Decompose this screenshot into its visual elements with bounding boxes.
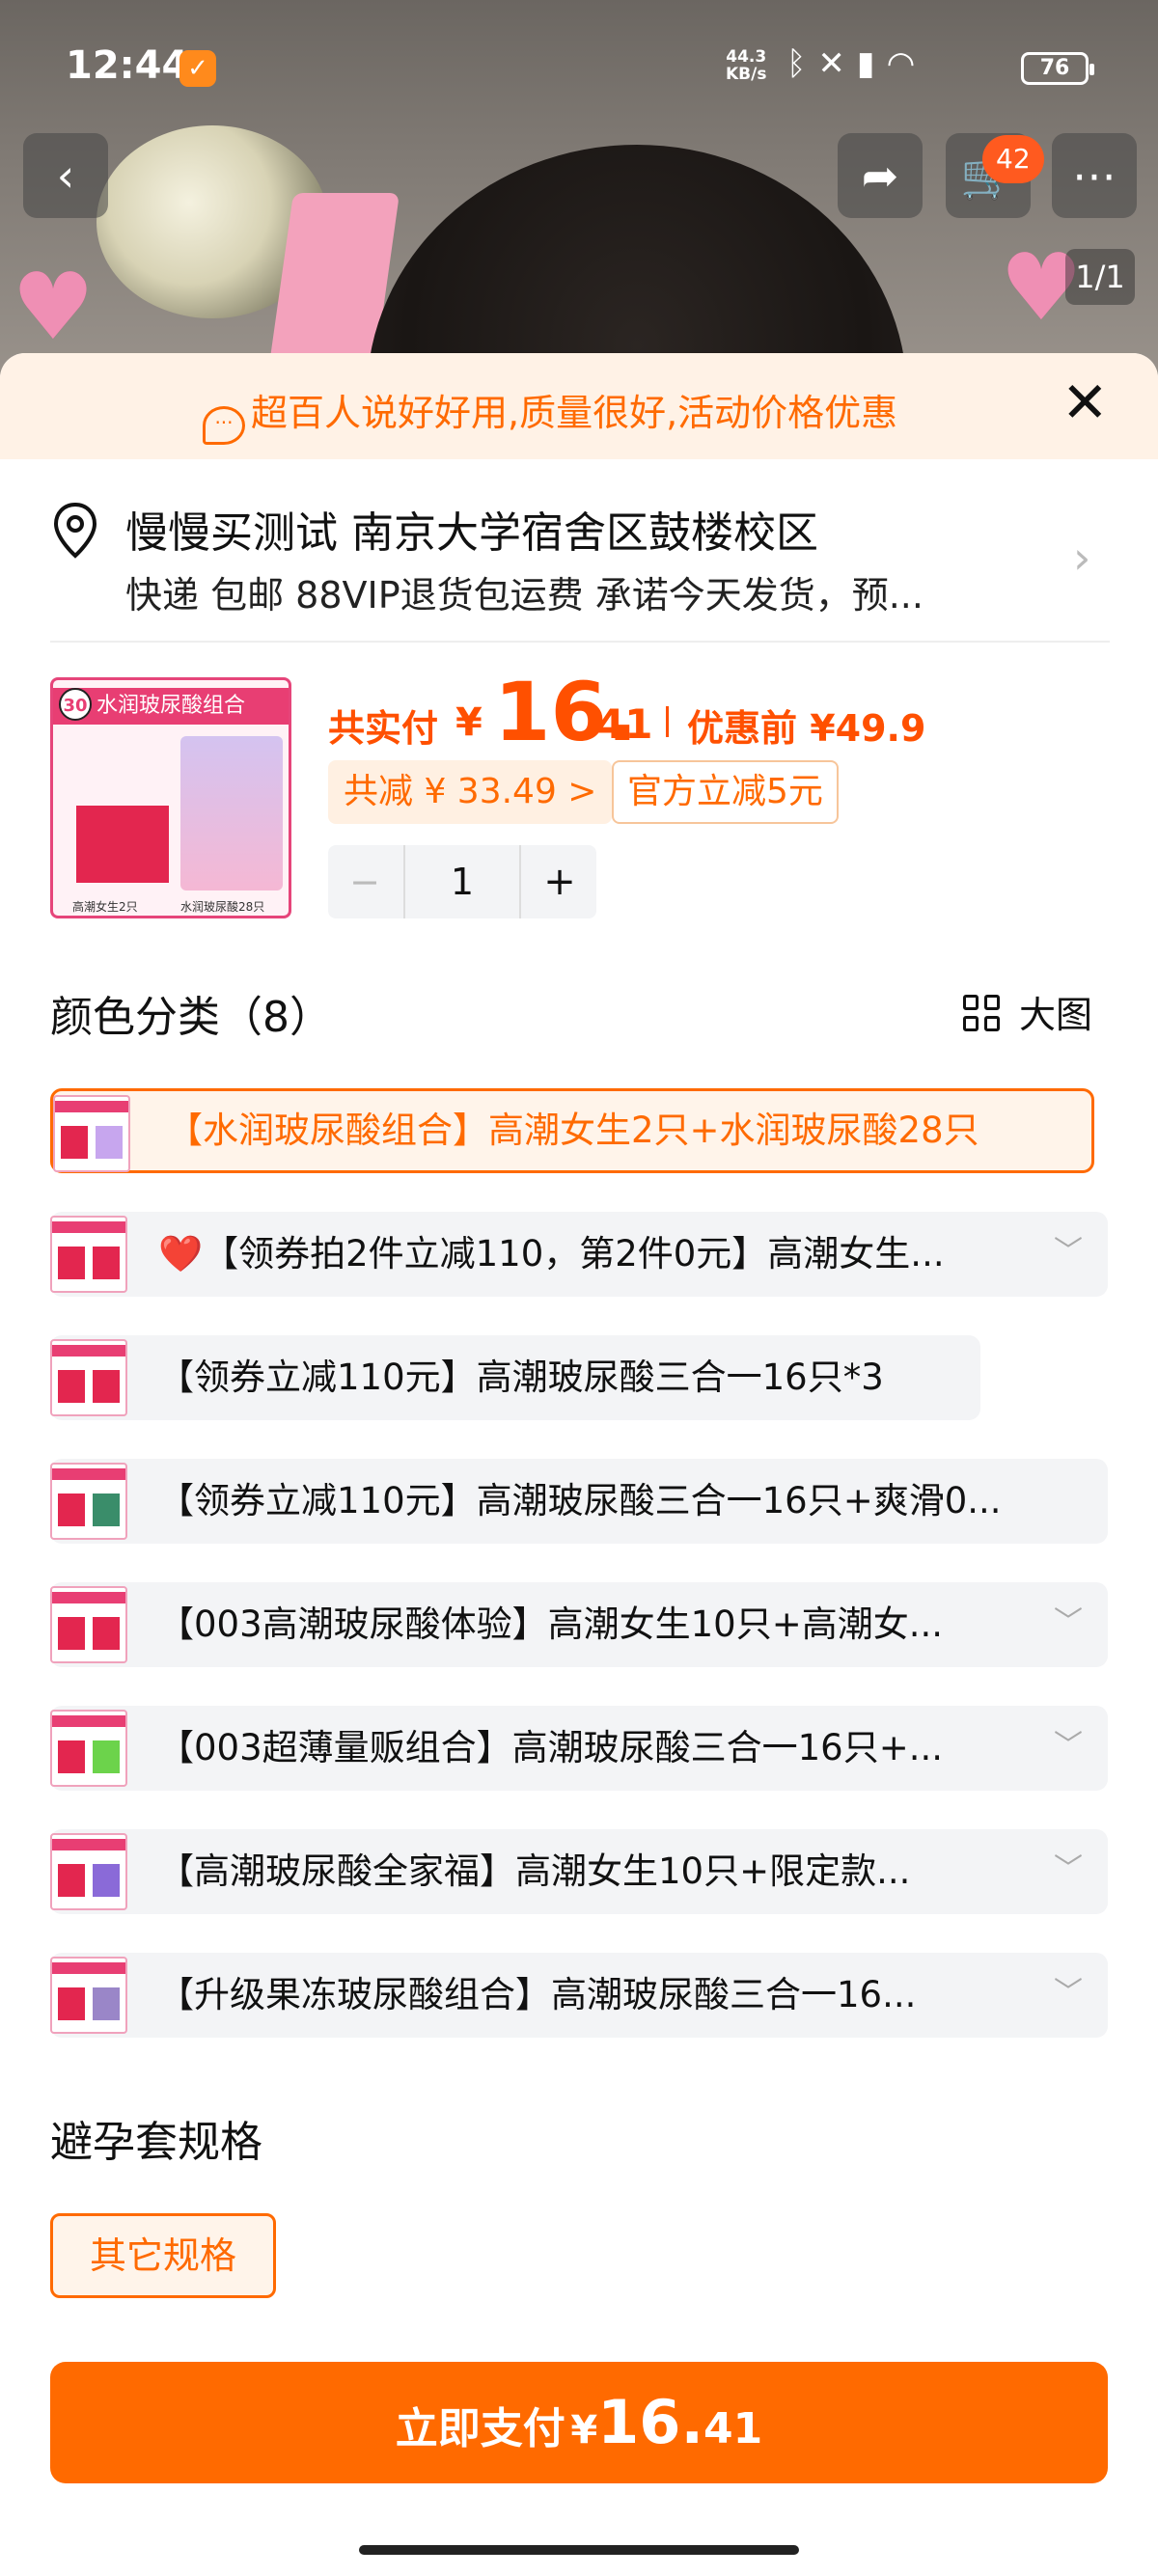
- location-pin-icon: [53, 502, 97, 559]
- big-view-toggle[interactable]: 大图: [963, 985, 1092, 1038]
- chevron-down-icon[interactable]: ﹀: [1054, 1829, 1083, 1910]
- status-time: 12:44: [66, 43, 189, 88]
- color-option[interactable]: 【003超薄量贩组合】高潮玻尿酸三合一16只+... ﹀: [50, 1706, 1108, 1791]
- chat-icon: ···: [203, 406, 245, 445]
- model-head: [367, 145, 907, 386]
- status-bar: 12:44 ✓ 44.3 KB/s ᛒ✕▮◠ 76: [0, 0, 1158, 135]
- image-pager: 1/1: [1065, 249, 1135, 305]
- mute-icon: ✕: [817, 44, 857, 83]
- chevron-down-icon[interactable]: ﹀: [1054, 1212, 1083, 1293]
- price-separator: [666, 706, 669, 737]
- grid-icon: [963, 995, 1002, 1033]
- close-button[interactable]: ✕: [1062, 374, 1109, 430]
- option-thumbnail: [50, 1957, 127, 2034]
- chevron-down-icon[interactable]: ﹀: [1054, 1953, 1083, 2034]
- signal-icon: ▮: [856, 44, 887, 83]
- product-box-red: [76, 806, 169, 883]
- pay-integer: 16.: [597, 2387, 704, 2457]
- pay-decimal: 41: [703, 2404, 763, 2453]
- bluetooth-icon: ᛒ: [786, 44, 818, 83]
- color-option[interactable]: 【003高潮玻尿酸体验】高潮女生10只+高潮女... ﹀: [50, 1582, 1108, 1667]
- divider: [50, 641, 1110, 643]
- net-speed-value: 44.3: [726, 47, 767, 67]
- color-option[interactable]: 【领券立减110元】高潮玻尿酸三合一16只*3: [50, 1335, 980, 1420]
- pay-now-button[interactable]: 立即支付 ¥16.41: [50, 2362, 1108, 2483]
- price-label: 共实付: [328, 707, 439, 750]
- chevron-right-icon[interactable]: ›: [1073, 532, 1090, 584]
- option-label: 【003超薄量贩组合】高潮玻尿酸三合一16只+...: [158, 1727, 943, 1768]
- spec-section-title: 避孕套规格: [50, 2118, 262, 2167]
- option-thumbnail: [50, 1833, 127, 1910]
- status-icons: ᛒ✕▮◠: [786, 44, 926, 83]
- cart-badge: 42: [982, 135, 1044, 183]
- big-view-label: 大图: [1019, 994, 1093, 1036]
- option-label: 【升级果冻玻尿酸组合】高潮玻尿酸三合一16...: [158, 1974, 917, 2015]
- delivery-info: 快递 包邮 88VIP退货包运费 承诺今天发货，预...: [125, 574, 924, 617]
- option-thumbnail: [50, 1586, 127, 1663]
- chevron-down-icon[interactable]: ﹀: [1054, 1582, 1083, 1663]
- sku-sheet: ··· 超百人说好好用,质量很好,活动价格优惠 ✕ 慢慢买测试 南京大学宿舍区鼓楼…: [0, 353, 1158, 2576]
- color-section-title: 颜色分类（8）: [50, 993, 332, 1042]
- home-indicator[interactable]: [359, 2545, 799, 2555]
- promo-banner: ··· 超百人说好好用,质量很好,活动价格优惠 ✕: [0, 353, 1158, 459]
- net-speed-unit: KB/s: [726, 65, 767, 84]
- option-thumbnail: [50, 1339, 127, 1416]
- price-decimal: 41: [596, 700, 653, 748]
- option-thumbnail: [50, 1216, 127, 1293]
- original-price: 优惠前 ¥49.9: [687, 707, 926, 750]
- wifi-icon: ◠: [886, 44, 927, 83]
- back-button[interactable]: ‹: [23, 133, 108, 218]
- option-label: 【领券立减110元】高潮玻尿酸三合一16只*3: [158, 1357, 884, 1398]
- option-label: 【003高潮玻尿酸体验】高潮女生10只+高潮女...: [158, 1603, 943, 1645]
- official-discount-chip: 官方立减5元: [612, 760, 839, 824]
- color-option[interactable]: ❤️【领券拍2件立减110，第2件0元】高潮女生... ﹀: [50, 1212, 1108, 1297]
- address-name[interactable]: 慢慢买测试 南京大学宿舍区鼓楼校区: [125, 498, 818, 560]
- thumb-count-badge: 30: [59, 688, 92, 721]
- thumb-caption-right: 水润玻尿酸28只: [180, 900, 265, 914]
- share-button[interactable]: ➦: [838, 133, 923, 218]
- promo-label: 超百人说好好用,质量很好,活动价格优惠: [251, 392, 898, 434]
- savings-chip[interactable]: 共减 ¥ 33.49 >: [328, 760, 613, 824]
- option-label: 【水润玻尿酸组合】高潮女生2只+水润玻尿酸28只: [167, 1110, 979, 1151]
- option-thumbnail: [53, 1095, 130, 1172]
- network-speed: 44.3 KB/s: [726, 48, 766, 83]
- option-thumbnail: [50, 1710, 127, 1787]
- thumb-caption-left: 高潮女生2只: [72, 900, 138, 914]
- product-thumbnail[interactable]: 水润玻尿酸组合 30 高潮女生2只 水润玻尿酸28只: [50, 677, 291, 918]
- quantity-value[interactable]: 1: [403, 845, 521, 918]
- pay-label: 立即支付: [395, 2404, 565, 2453]
- color-option[interactable]: 【升级果冻玻尿酸组合】高潮玻尿酸三合一16... ﹀: [50, 1953, 1108, 2038]
- pay-currency: ¥: [570, 2408, 598, 2453]
- chevron-down-icon[interactable]: ﹀: [1054, 1706, 1083, 1787]
- promo-text: ··· 超百人说好好用,质量很好,活动价格优惠: [203, 383, 897, 445]
- price-currency: ¥: [455, 700, 482, 745]
- color-option[interactable]: 【领券立减110元】高潮玻尿酸三合一16只+爽滑0...: [50, 1459, 1108, 1544]
- option-label: 【领券立减110元】高潮玻尿酸三合一16只+爽滑0...: [158, 1480, 1002, 1521]
- quantity-stepper: − 1 +: [328, 845, 596, 918]
- battery-icon: 76: [1021, 52, 1094, 85]
- decrease-button[interactable]: −: [328, 845, 401, 918]
- heart-icon: ♥: [12, 253, 96, 361]
- option-label: ❤️【领券拍2件立减110，第2件0元】高潮女生...: [158, 1233, 945, 1274]
- product-box-purple: [180, 736, 283, 891]
- option-label: 【高潮玻尿酸全家福】高潮女生10只+限定款...: [158, 1850, 911, 1892]
- app-notification-icon: ✓: [179, 50, 216, 87]
- increase-button[interactable]: +: [523, 845, 596, 918]
- color-option[interactable]: 【水润玻尿酸组合】高潮女生2只+水润玻尿酸28只: [50, 1088, 1094, 1173]
- option-thumbnail: [50, 1463, 127, 1540]
- more-button[interactable]: ⋯: [1052, 133, 1137, 218]
- color-option[interactable]: 【高潮玻尿酸全家福】高潮女生10只+限定款... ﹀: [50, 1829, 1108, 1914]
- spec-option[interactable]: 其它规格: [50, 2213, 276, 2298]
